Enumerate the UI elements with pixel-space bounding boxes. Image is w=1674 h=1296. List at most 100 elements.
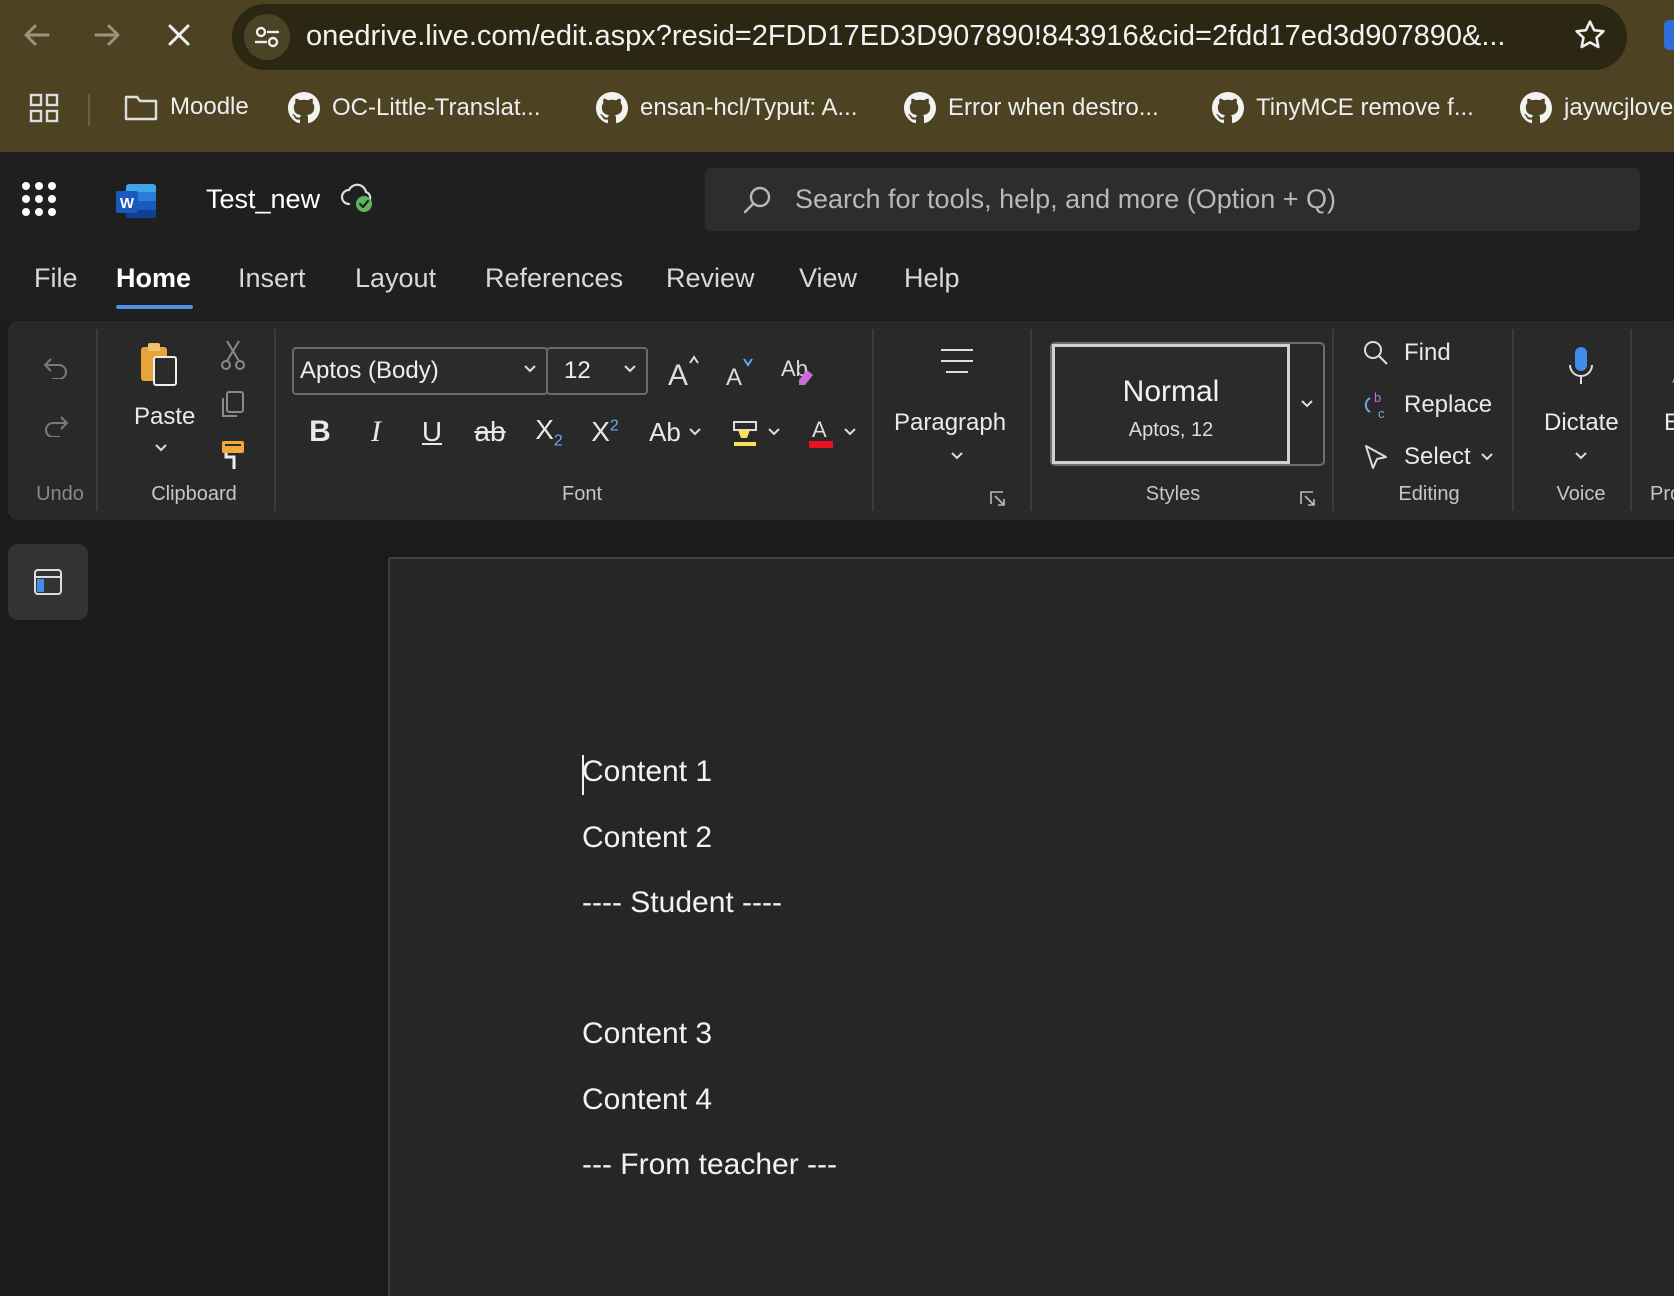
cursor-arrow-icon bbox=[1365, 445, 1387, 469]
document-title[interactable]: Test_new bbox=[206, 184, 320, 215]
app-launcher-icon[interactable] bbox=[22, 182, 56, 216]
bookmarks-bar: Moodle OC-Little-Translat... ensan-hcl/T… bbox=[0, 82, 1674, 138]
paragraph-5[interactable]: Content 4 bbox=[582, 1083, 712, 1117]
styles-dialog-launcher[interactable] bbox=[1294, 485, 1322, 513]
clear-formatting-button[interactable]: Ab bbox=[776, 347, 820, 395]
clear-formatting-icon: Ab bbox=[781, 356, 813, 385]
change-case-button[interactable]: Ab bbox=[638, 409, 714, 455]
svg-text:b: b bbox=[1374, 390, 1381, 405]
tab-review[interactable]: Review bbox=[666, 263, 755, 294]
save-status-button[interactable] bbox=[340, 182, 376, 214]
change-case-icon: Ab bbox=[649, 416, 681, 447]
bookmarks-divider bbox=[88, 94, 90, 126]
format-painter-button[interactable] bbox=[212, 435, 254, 475]
back-button[interactable] bbox=[12, 10, 62, 60]
superscript-button[interactable]: X2 bbox=[582, 409, 628, 455]
select-button[interactable]: Select bbox=[1362, 435, 1512, 479]
navigation-pane-button[interactable] bbox=[8, 544, 88, 620]
site-settings-button[interactable] bbox=[244, 14, 290, 60]
styles-more-button[interactable] bbox=[1290, 344, 1323, 464]
replace-button[interactable]: bc Replace bbox=[1362, 383, 1512, 427]
tab-help[interactable]: Help bbox=[904, 263, 960, 294]
font-name-value: Aptos (Body) bbox=[300, 357, 439, 384]
subscript-button[interactable]: X2 bbox=[526, 409, 572, 455]
bold-button[interactable]: B bbox=[298, 409, 342, 455]
underline-icon: U bbox=[421, 416, 443, 447]
select-label: Select bbox=[1404, 443, 1471, 470]
find-button[interactable]: Find bbox=[1362, 331, 1512, 375]
strikethrough-icon: ab bbox=[474, 416, 506, 447]
bookmark-label: Moodle bbox=[170, 93, 249, 120]
paragraph-4[interactable]: Content 3 bbox=[582, 1017, 712, 1051]
paragraph-button[interactable]: Paragraph bbox=[892, 335, 1022, 475]
paragraph-3[interactable]: ---- Student ---- bbox=[582, 886, 782, 920]
font-color-button[interactable]: A bbox=[794, 409, 870, 455]
paragraph-1[interactable]: Content 1 bbox=[582, 755, 712, 789]
dictate-label: Dictate bbox=[1544, 409, 1619, 436]
font-size-value: 12 bbox=[564, 357, 591, 384]
font-name-dropdown[interactable]: Aptos (Body) bbox=[292, 347, 548, 395]
shrink-font-button[interactable]: A bbox=[718, 347, 762, 395]
bookmark-star-button[interactable] bbox=[1573, 18, 1607, 52]
chevron-down-icon bbox=[1575, 452, 1587, 460]
style-normal[interactable]: Normal Aptos, 12 bbox=[1052, 344, 1290, 464]
highlighter-icon bbox=[733, 421, 757, 446]
copy-button[interactable] bbox=[212, 385, 254, 425]
underline-button[interactable]: U bbox=[410, 409, 454, 455]
tab-layout[interactable]: Layout bbox=[355, 263, 436, 294]
ribbon-home: Undo Paste Clipboard Aptos (Body) 12 A A… bbox=[8, 321, 1674, 520]
stop-loading-button[interactable] bbox=[154, 10, 204, 60]
address-bar[interactable]: onedrive.live.com/edit.aspx?resid=2FDD17… bbox=[232, 4, 1627, 70]
group-divider bbox=[1332, 329, 1334, 511]
bookmark-moodle[interactable]: Moodle bbox=[124, 92, 249, 122]
svg-text:c: c bbox=[1378, 406, 1385, 420]
group-label-editing: Editing bbox=[1398, 483, 1460, 505]
cut-button[interactable] bbox=[212, 335, 254, 375]
bookmark-item[interactable]: OC-Little-Translat... bbox=[288, 92, 541, 124]
bookmark-label: TinyMCE remove f... bbox=[1256, 94, 1474, 121]
italic-icon: I bbox=[371, 415, 381, 448]
italic-button[interactable]: I bbox=[354, 409, 398, 455]
navigation-pane-icon bbox=[34, 569, 62, 595]
document-page[interactable]: Content 1 Content 2 ---- Student ---- Co… bbox=[388, 557, 1674, 1296]
font-size-dropdown[interactable]: 12 bbox=[546, 347, 648, 395]
strikethrough-button[interactable]: ab bbox=[466, 409, 514, 455]
bookmark-item[interactable]: Error when destro... bbox=[904, 92, 1159, 124]
bookmark-item[interactable]: TinyMCE remove f... bbox=[1212, 92, 1474, 124]
apps-shortcut[interactable] bbox=[28, 92, 60, 124]
paragraph-6[interactable]: --- From teacher --- bbox=[582, 1148, 837, 1182]
group-label-font: Font bbox=[561, 483, 603, 505]
bookmark-item[interactable]: ensan-hcl/Typut: A... bbox=[596, 92, 857, 124]
svg-text:A: A bbox=[668, 359, 688, 389]
editor-button[interactable]: Ec bbox=[1652, 335, 1674, 475]
highlight-color-button[interactable] bbox=[718, 409, 794, 455]
grow-font-button[interactable]: A bbox=[662, 347, 706, 395]
tab-insert[interactable]: Insert bbox=[238, 263, 306, 294]
dictate-button[interactable]: Dictate bbox=[1526, 335, 1636, 475]
replace-icon: bc bbox=[1364, 390, 1385, 420]
undo-button[interactable] bbox=[34, 345, 78, 389]
redo-button[interactable] bbox=[34, 403, 78, 447]
extension-icon[interactable] bbox=[1664, 20, 1674, 50]
paragraph-2[interactable]: Content 2 bbox=[582, 821, 712, 855]
search-box[interactable]: Search for tools, help, and more (Option… bbox=[705, 168, 1640, 231]
group-label-proofing: Pro bbox=[1650, 483, 1674, 505]
paragraph-dialog-launcher[interactable] bbox=[984, 485, 1012, 513]
chevron-down-icon bbox=[1480, 453, 1493, 461]
tab-view[interactable]: View bbox=[799, 263, 857, 294]
chevron-down-icon bbox=[624, 365, 636, 373]
paste-button[interactable]: Paste bbox=[118, 339, 202, 469]
tab-home[interactable]: Home bbox=[116, 263, 191, 294]
search-placeholder: Search for tools, help, and more (Option… bbox=[795, 184, 1337, 214]
bookmark-label: jaywcjlove bbox=[1564, 94, 1674, 121]
chevron-down-icon bbox=[1300, 400, 1313, 408]
tab-file[interactable]: File bbox=[34, 263, 78, 294]
forward-button[interactable] bbox=[82, 10, 132, 60]
grid-icon bbox=[29, 93, 59, 123]
bookmark-item[interactable]: jaywcjlove bbox=[1520, 92, 1673, 124]
tab-references[interactable]: References bbox=[485, 263, 623, 294]
chevron-down-icon bbox=[768, 428, 780, 436]
group-divider bbox=[1512, 329, 1514, 511]
url-text[interactable]: onedrive.live.com/edit.aspx?resid=2FDD17… bbox=[306, 20, 1506, 53]
chevron-down-icon bbox=[689, 428, 701, 436]
